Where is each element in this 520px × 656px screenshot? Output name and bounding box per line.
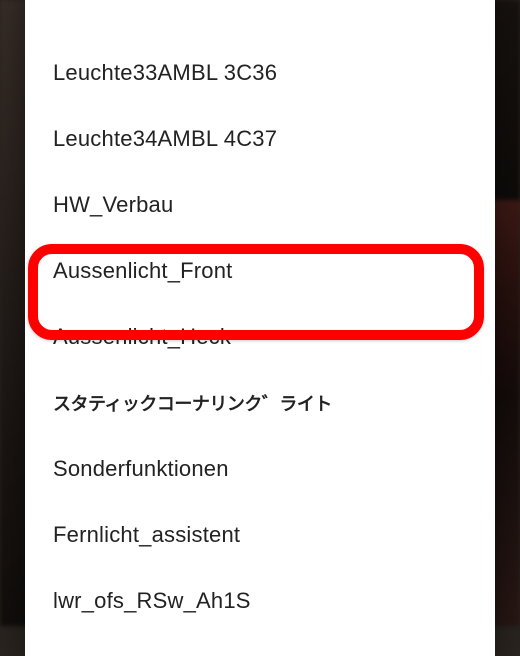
list-item-label: Fernlicht_assistent [53, 522, 240, 548]
list-item-label: Leuchte34AMBL 4C37 [53, 126, 277, 152]
list-item[interactable]: Leuchte33AMBL 3C36 [25, 40, 495, 106]
list-item-label: スタティックコーナリンク゛ライト [53, 390, 332, 416]
menu-panel: Leuchte32AMBL 2C35 Leuchte33AMBL 3C36 Le… [25, 0, 495, 656]
list-item[interactable]: スタティックコーナリンク゛ライト [25, 370, 495, 436]
list-item[interactable]: Fernlicht_assistent [25, 502, 495, 568]
list-item[interactable]: HW_Verbau [25, 172, 495, 238]
list-item[interactable]: Aussenlicht_Heck [25, 304, 495, 370]
list-item-label: Aussenlicht_Heck [53, 324, 231, 350]
menu-list: Leuchte32AMBL 2C35 Leuchte33AMBL 3C36 Le… [25, 0, 495, 634]
list-item[interactable]: Leuchte32AMBL 2C35 [25, 0, 495, 40]
list-item-label: Sonderfunktionen [53, 456, 229, 482]
list-item[interactable]: Sonderfunktionen [25, 436, 495, 502]
list-item-label: lwr_ofs_RSw_Ah1S [53, 588, 251, 614]
list-item[interactable]: lwr_ofs_RSw_Ah1S [25, 568, 495, 634]
list-item[interactable]: Leuchte34AMBL 4C37 [25, 106, 495, 172]
list-item-label: HW_Verbau [53, 192, 173, 218]
list-item-label: Leuchte33AMBL 3C36 [53, 60, 277, 86]
list-item[interactable]: Aussenlicht_Front [25, 238, 495, 304]
list-item-label: Aussenlicht_Front [53, 258, 233, 284]
